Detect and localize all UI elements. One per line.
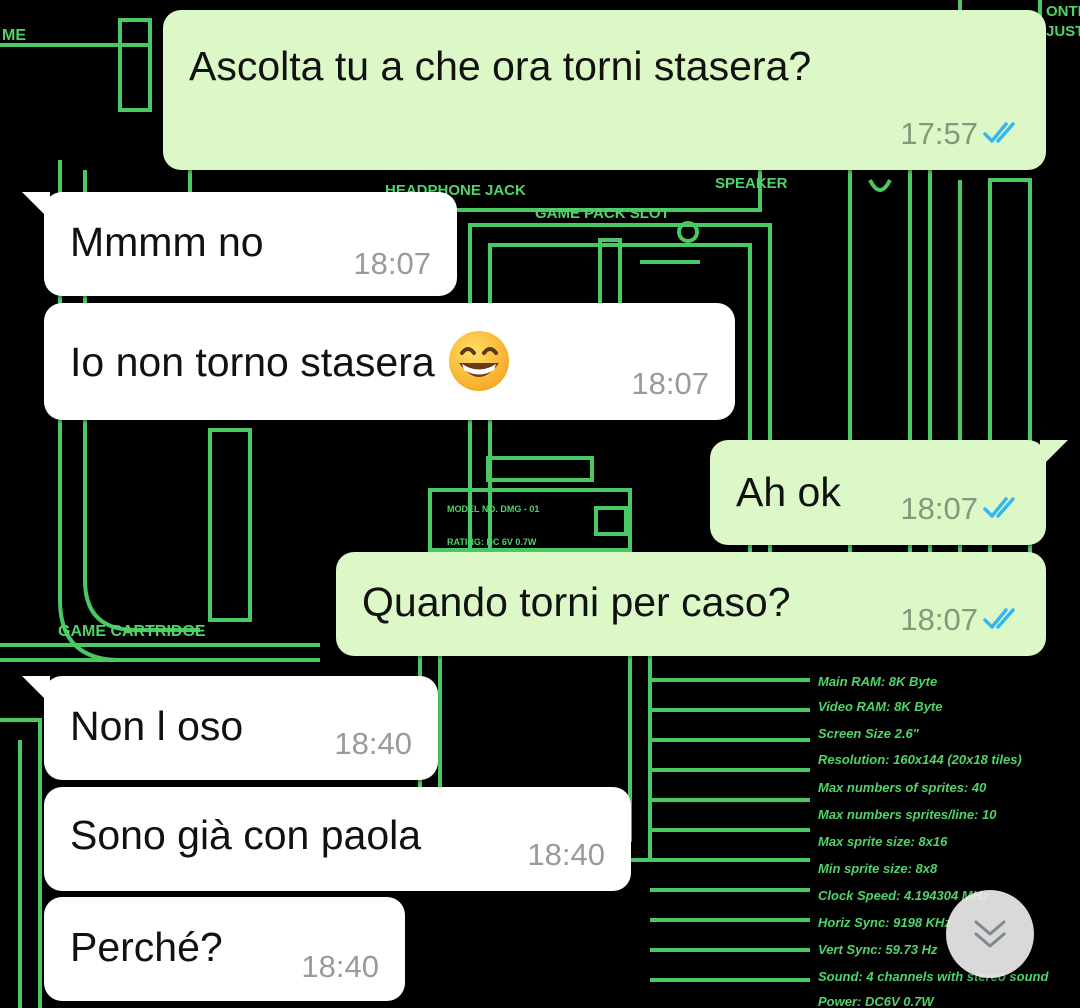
message-time: 18:07 [353,246,431,281]
message-text: Io non torno stasera [70,331,511,397]
message-text-content: Io non torno stasera [70,338,435,385]
message-time: 18:40 [334,726,412,761]
wallpaper-label: ONTR [1046,3,1080,20]
message-bubble-incoming[interactable]: Sono già con paola 18:40 [44,787,631,891]
message-text: Quando torni per caso? [362,579,791,625]
double-check-read-icon [983,122,1015,143]
message-time: 18:40 [527,837,605,872]
message-time: 17:57 [900,116,978,151]
spec-line: Sound: 4 channels with stereo sound [818,969,1049,984]
message-text: Ascolta tu a che ora torni stasera? [189,43,812,89]
grinning-face-icon [448,331,509,391]
message-bubble-outgoing[interactable]: Quando torni per caso? 18:07 [336,552,1046,656]
spec-line: Resolution: 160x144 (20x18 tiles) [818,752,1022,767]
spec-line: Max sprite size: 8x16 [818,834,948,849]
spec-line: Video RAM: 8K Byte [818,699,942,714]
spec-line: Screen Size 2.6" [818,726,920,741]
message-bubble-incoming[interactable]: Io non torno stasera 18:07 [44,303,735,420]
bubble-tail [22,192,50,220]
bubble-tail [22,676,50,704]
wallpaper-label: MODEL NO. DMG - 01 [447,504,539,514]
wallpaper-label: SPEAKER [715,175,788,192]
spec-line: Vert Sync: 59.73 Hz [818,942,938,957]
message-text: Mmmm no [70,219,264,265]
spec-line: Main RAM: 8K Byte [818,674,937,689]
message-bubble-incoming[interactable]: Mmmm no 18:07 [22,192,457,296]
wallpaper-label: GAME CARTRIDGE [58,623,206,640]
double-check-read-icon [983,608,1015,629]
spec-line: Min sprite size: 8x8 [818,861,938,876]
message-text: Non l oso [70,703,244,749]
message-bubble-incoming[interactable]: Non l oso 18:40 [22,676,438,780]
message-text: Ah ok [736,469,841,515]
message-time: 18:07 [631,366,709,401]
chevron-double-down-icon [974,920,1006,948]
spec-line: Max numbers sprites/line: 10 [818,807,997,822]
message-bubble-outgoing[interactable]: Ascolta tu a che ora torni stasera? 17:5… [163,10,1046,170]
message-time: 18:40 [301,949,379,984]
message-bubble-outgoing[interactable]: Ah ok 18:07 [710,440,1068,545]
message-time: 18:07 [900,491,978,526]
wallpaper-label: GAME PACK SLOT [535,205,670,222]
message-bubble-incoming[interactable]: Perché? 18:40 [44,897,405,1001]
bubble-tail [1040,440,1068,468]
double-check-read-icon [983,497,1015,518]
message-text: Perché? [70,924,223,970]
wallpaper-label: JUST [1046,23,1080,40]
spec-line: Power: DC6V 0.7W [818,994,935,1008]
wallpaper-label: RATING: DC 6V 0.7W [447,537,537,547]
message-text: Sono già con paola [70,812,422,858]
message-time: 18:07 [900,602,978,637]
spec-line: Horiz Sync: 9198 KHz [818,915,951,930]
spec-line: Max numbers of sprites: 40 [818,780,987,795]
scroll-to-bottom-button[interactable] [946,890,1034,978]
wallpaper-label: ME [2,27,26,44]
